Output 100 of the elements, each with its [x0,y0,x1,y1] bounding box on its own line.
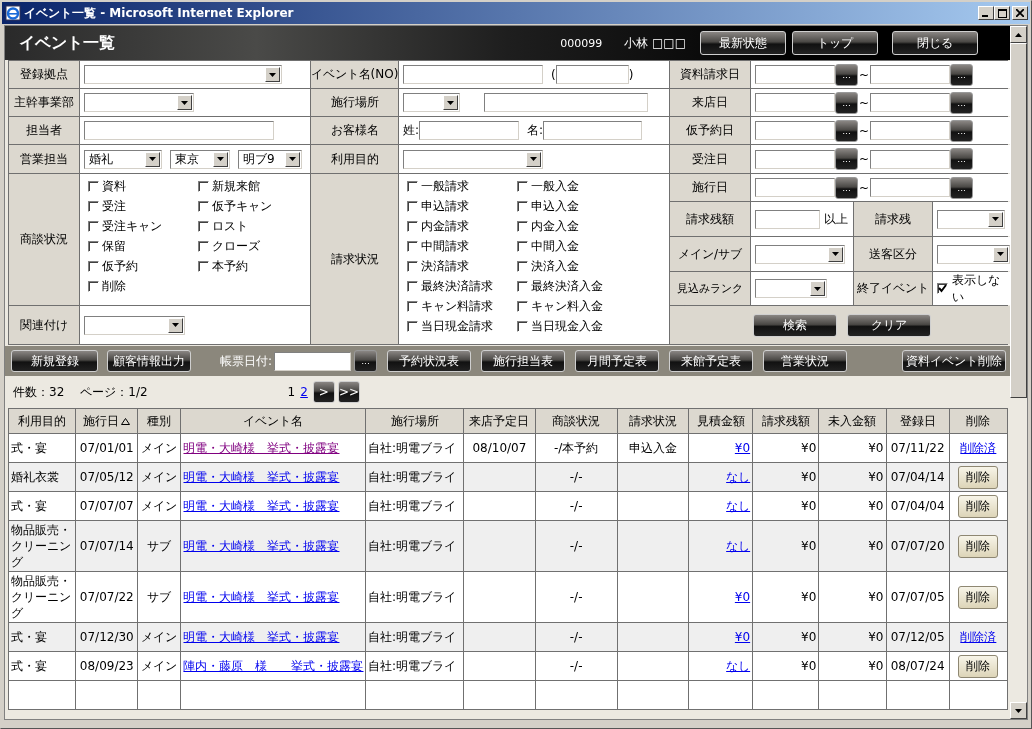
estimate-link[interactable]: ¥0 [734,441,751,455]
next-page-button[interactable]: > [312,381,335,403]
date-field[interactable] [870,93,951,112]
date-field[interactable] [755,149,835,169]
date-field[interactable] [755,65,835,84]
estimate-link[interactable]: ¥0 [734,630,751,644]
column-header[interactable]: 請求残額 [752,408,819,434]
dropdown[interactable] [937,209,1005,229]
field-label: お客様名 [311,117,398,144]
header-button[interactable]: トップ [792,31,878,55]
input-field[interactable] [484,93,648,112]
date-field[interactable] [870,65,951,84]
checkbox-label: 資料 [102,178,126,195]
table-cell: 07/07/20 [886,520,950,572]
table-cell: 式・宴 [8,433,76,463]
dropdown[interactable] [403,93,460,112]
estimate-link[interactable]: ¥0 [734,590,751,604]
scroll-up-button[interactable] [1010,26,1027,43]
date-picker-button[interactable]: ... [950,91,974,114]
header-button[interactable]: 最新状態 [700,31,786,55]
column-header[interactable]: 商談状況 [535,408,618,434]
window-title: イベント一覧 - Microsoft Internet Explorer [24,4,294,22]
date-picker-button[interactable]: ... [950,119,974,142]
delete-button[interactable]: 削除 [958,465,999,489]
report-button[interactable]: 施行担当表 [481,350,566,372]
date-field[interactable] [870,149,951,169]
column-header[interactable]: 利用目的 [8,408,76,434]
date-field[interactable] [755,121,835,140]
report-button[interactable]: 営業状況 [763,350,848,372]
range-separator: ~ [859,152,870,166]
input-field[interactable] [84,121,274,140]
dropdown[interactable] [937,244,1010,264]
scrollbar[interactable] [1010,26,1027,719]
estimate-link[interactable]: なし [726,470,751,484]
column-header[interactable]: 削除 [949,408,1008,434]
dropdown[interactable]: 東京 [170,149,230,169]
date-picker-button[interactable]: ... [950,176,974,199]
input-field[interactable] [403,65,543,84]
dropdown[interactable] [755,244,845,264]
date-picker-button[interactable]: ... [354,350,378,372]
input-field[interactable] [755,209,820,229]
date-picker-button[interactable]: ... [835,176,858,199]
column-header[interactable]: イベント名 [181,408,366,434]
column-header[interactable]: 来店予定日 [463,408,535,434]
date-picker-button[interactable]: ... [950,148,974,170]
checkbox[interactable] [937,283,948,294]
maximize-button[interactable] [994,6,1010,20]
delete-button[interactable]: 削除 [958,534,999,558]
date-field[interactable] [870,121,951,140]
dropdown[interactable] [755,279,827,298]
date-field[interactable] [755,93,835,112]
delete-button[interactable]: 削除 [958,654,999,678]
column-header[interactable]: 未入金額 [818,408,886,434]
dropdown[interactable]: 婚礼 [84,149,162,169]
column-header[interactable]: 施行日 [75,408,138,434]
estimate-link[interactable]: なし [726,539,751,553]
header-button[interactable]: 閉じる [892,31,978,55]
report-button[interactable]: 来館予定表 [669,350,754,372]
column-header[interactable]: 請求状況 [617,408,689,434]
search-form-button[interactable]: 検索 [753,313,837,337]
search-form-button[interactable]: クリア [847,313,931,337]
date-picker-button[interactable]: ... [950,63,974,86]
minimize-button[interactable] [978,6,994,20]
input-field[interactable] [555,65,629,84]
close-button[interactable] [1012,6,1028,20]
scroll-down-button[interactable] [1010,702,1027,719]
scroll-thumb[interactable] [1010,43,1027,398]
browser-icon [5,5,21,21]
dropdown[interactable] [84,315,185,335]
field-label: 資料請求日 [670,61,750,88]
column-header[interactable]: 登録日 [886,408,950,434]
report-button[interactable]: 予約状況表 [387,350,472,372]
report-button[interactable]: 月間予定表 [575,350,660,372]
table-cell: サブ [137,520,181,572]
toolbar-button[interactable]: 新規登録 [11,350,98,372]
estimate-link[interactable]: なし [726,659,751,673]
input-field[interactable] [543,121,643,140]
date-picker-button[interactable]: ... [835,148,858,170]
dropdown[interactable]: 明ブ9 [238,149,302,169]
date-picker-button[interactable]: ... [835,119,858,142]
date-picker-button[interactable]: ... [835,91,858,114]
page-link[interactable]: 2 [300,385,308,399]
delete-button[interactable]: 削除 [958,494,999,518]
last-page-button[interactable]: >> [337,381,360,403]
dropdown[interactable] [84,93,194,112]
input-field[interactable] [419,121,520,140]
column-header[interactable]: 施行場所 [365,408,464,434]
estimate-link[interactable]: なし [726,499,751,513]
table-cell: 婚礼衣裳 [8,462,76,492]
delete-events-button[interactable]: 資料イベント削除 [902,350,1006,372]
column-header[interactable]: 種別 [137,408,181,434]
date-field[interactable] [870,178,951,197]
checkbox-label: 新規来館 [212,178,260,195]
table-cell: 式・宴 [8,622,76,652]
delete-button[interactable]: 削除 [958,585,999,609]
date-field[interactable] [274,351,352,371]
toolbar-button[interactable]: 顧客情報出力 [107,350,191,372]
date-picker-button[interactable]: ... [835,63,858,86]
column-header[interactable]: 見積金額 [688,408,753,434]
date-field[interactable] [755,178,835,197]
